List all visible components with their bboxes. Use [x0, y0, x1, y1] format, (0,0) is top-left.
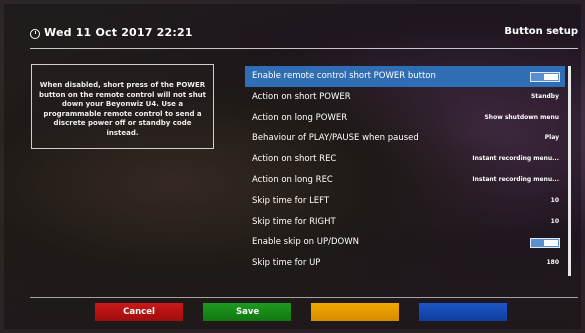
clock-icon — [30, 29, 40, 39]
setting-row-action-long-power[interactable]: Action on long POWER Show shutdown menu — [245, 108, 565, 129]
page-title: Button setup — [504, 26, 578, 37]
setting-label: Behaviour of PLAY/PAUSE when paused — [252, 133, 419, 144]
setting-value: Instant recording menu... — [472, 175, 559, 183]
setting-label: Action on long REC — [252, 174, 333, 185]
help-box: When disabled, short press of the POWER … — [31, 64, 214, 149]
setting-value: Standby — [530, 92, 559, 100]
blue-button[interactable] — [419, 303, 507, 321]
help-text: When disabled, short press of the POWER … — [38, 81, 207, 137]
setting-row-skip-up[interactable]: Skip time for UP 180 — [245, 253, 565, 274]
toggle-knob — [544, 74, 558, 80]
setting-row-action-short-power[interactable]: Action on short POWER Standby — [245, 87, 565, 108]
setting-label: Skip time for RIGHT — [252, 216, 336, 227]
setting-label: Action on long POWER — [252, 112, 348, 123]
toggle-switch[interactable] — [530, 238, 560, 249]
footer-divider — [30, 297, 578, 298]
setting-label: Skip time for UP — [252, 258, 321, 269]
setting-row-short-power[interactable]: Enable remote control short POWER button — [245, 66, 565, 87]
toggle-knob — [544, 240, 558, 247]
header-divider — [30, 48, 578, 49]
setting-value: Instant recording menu... — [472, 155, 559, 163]
cancel-button[interactable]: Cancel — [95, 303, 183, 321]
setting-row-skip-up-down[interactable]: Enable skip on UP/DOWN — [245, 232, 565, 253]
setting-label: Action on short REC — [252, 154, 337, 165]
save-button[interactable]: Save — [203, 303, 291, 321]
setting-row-short-rec[interactable]: Action on short REC Instant recording me… — [245, 149, 565, 170]
setting-row-skip-right[interactable]: Skip time for RIGHT 10 — [245, 212, 565, 233]
setting-value: Play — [544, 134, 559, 142]
setting-row-play-pause[interactable]: Behaviour of PLAY/PAUSE when paused Play — [245, 128, 565, 149]
setting-label: Skip time for LEFT — [252, 195, 330, 206]
toggle-switch[interactable] — [530, 72, 560, 82]
setting-value: 180 — [546, 259, 559, 267]
yellow-button[interactable] — [311, 303, 399, 321]
setting-row-skip-left[interactable]: Skip time for LEFT 10 — [245, 191, 565, 212]
date-time: Wed 11 Oct 2017 22:21 — [44, 26, 193, 39]
setting-value: 10 — [550, 196, 559, 204]
setting-row-long-rec[interactable]: Action on long REC Instant recording men… — [245, 170, 565, 191]
setting-value: 10 — [550, 217, 559, 225]
scroll-thumb[interactable] — [568, 66, 571, 276]
setting-label: Action on short POWER — [252, 91, 351, 102]
settings-list: Enable remote control short POWER button… — [245, 66, 565, 274]
save-label: Save — [236, 307, 260, 317]
scrollbar[interactable] — [568, 66, 571, 276]
top-bar: Wed 11 Oct 2017 22:21 Button setup — [30, 26, 580, 42]
setting-label: Enable remote control short POWER button — [252, 71, 436, 81]
setting-value: Show shutdown menu — [484, 113, 559, 121]
setting-label: Enable skip on UP/DOWN — [252, 237, 359, 248]
